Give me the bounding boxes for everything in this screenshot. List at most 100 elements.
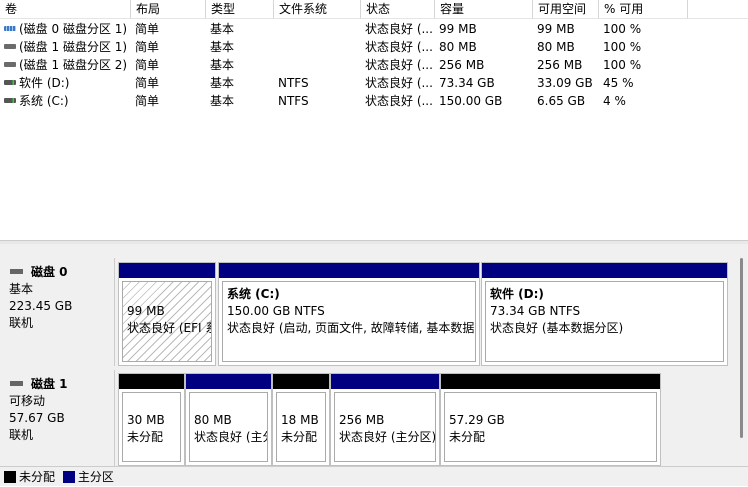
disk-icon <box>10 380 23 386</box>
cell-text: 4 % <box>603 94 626 108</box>
partition-size: 80 MB <box>194 413 232 427</box>
partition-bar <box>119 374 184 389</box>
column-header-percent-free[interactable]: % 可用 <box>599 0 688 19</box>
cell-text: 基本 <box>210 40 235 54</box>
legend: 未分配 主分区 <box>0 466 748 486</box>
partition-status: 未分配 <box>281 430 318 444</box>
partition-unallocated[interactable]: 57.29 GB 未分配 <box>440 373 661 466</box>
disk-map: 磁盘 0 基本 223.45 GB 联机 磁盘 1 可移动 57.67 GB 联… <box>0 244 748 466</box>
cell-text: (磁盘 0 磁盘分区 1) <box>19 22 127 36</box>
cell-free: 33.09 GB <box>537 74 599 92</box>
partition-info: 软件 (D:) 73.34 GB NTFS 状态良好 (基本数据分区) <box>485 281 724 362</box>
partition-status: 状态良好 (启动, 页面文件, 故障转储, 基本数据分区) <box>227 321 476 335</box>
partition-primary[interactable]: 99 MB 状态良好 (EFI 系统分区) <box>118 262 216 366</box>
partition-primary[interactable]: 256 MB 状态良好 (主分区) <box>330 373 440 466</box>
partition-size: 18 MB <box>281 413 319 427</box>
partition-info: 30 MB 未分配 <box>122 392 181 462</box>
legend-swatch-unallocated <box>4 470 16 483</box>
partition-size: 150.00 GB NTFS <box>227 304 325 318</box>
cell-type: 基本 <box>210 38 274 56</box>
volume-row[interactable]: (磁盘 0 磁盘分区 1) 简单 基本 状态良好 (... 99 MB 99 MB 100 … <box>0 20 748 38</box>
cell-text: 基本 <box>210 22 235 36</box>
cell-name: (磁盘 0 磁盘分区 1) <box>0 20 127 38</box>
cell-text: 256 MB <box>439 58 485 72</box>
vertical-scrollbar[interactable] <box>736 244 748 466</box>
column-header-filesystem[interactable]: 文件系统 <box>274 0 361 19</box>
partition-title: 系统 (C:) <box>227 287 280 301</box>
cell-name: 软件 (D:) <box>0 74 127 92</box>
cell-text: 状态良好 (... <box>365 76 433 90</box>
cell-pct: 100 % <box>603 20 688 38</box>
cell-pct: 45 % <box>603 74 688 92</box>
cell-text: 简单 <box>135 22 160 36</box>
partition-status: 状态良好 (基本数据分区) <box>490 321 624 335</box>
cell-fs: NTFS <box>278 74 361 92</box>
partition-status: 未分配 <box>127 430 164 444</box>
partition-unallocated[interactable]: 18 MB 未分配 <box>272 373 330 466</box>
partition-primary[interactable]: 软件 (D:) 73.34 GB NTFS 状态良好 (基本数据分区) <box>481 262 728 366</box>
partition-size: 30 MB <box>127 413 165 427</box>
cell-text: 软件 (D:) <box>19 76 70 90</box>
partition-size: 256 MB <box>339 413 385 427</box>
cell-fs: NTFS <box>278 92 361 110</box>
disk-0-label[interactable]: 磁盘 0 基本 223.45 GB 联机 <box>0 258 115 366</box>
column-header-capacity[interactable]: 容量 <box>435 0 533 19</box>
volume-row[interactable]: (磁盘 1 磁盘分区 2) 简单 基本 状态良好 (... 256 MB 256 MB 10… <box>0 56 748 74</box>
volume-row[interactable]: (磁盘 1 磁盘分区 1) 简单 基本 状态良好 (... 80 MB 80 MB 100 … <box>0 38 748 56</box>
partition-title: 软件 (D:) <box>490 287 544 301</box>
column-header-empty <box>688 0 748 19</box>
cell-text: 状态良好 (... <box>365 58 433 72</box>
column-header-volume[interactable]: 卷 <box>0 0 131 19</box>
disk-1-label[interactable]: 磁盘 1 可移动 57.67 GB 联机 <box>0 370 115 466</box>
cell-text: 基本 <box>210 94 235 108</box>
cell-text: 简单 <box>135 40 160 54</box>
cell-text: 基本 <box>210 58 235 72</box>
cell-layout: 简单 <box>135 74 206 92</box>
cell-capacity: 73.34 GB <box>439 74 533 92</box>
cell-text: 99 MB <box>537 22 575 36</box>
cell-text: 100 % <box>603 40 642 54</box>
partition-primary[interactable]: 80 MB 状态良好 (主分区) <box>185 373 272 466</box>
partition-bar <box>186 374 271 389</box>
column-header-layout[interactable]: 布局 <box>131 0 206 19</box>
partition-info: 18 MB 未分配 <box>276 392 326 462</box>
cell-text: 45 % <box>603 76 634 90</box>
cell-status: 状态良好 (... <box>365 20 435 38</box>
cell-text: 状态良好 (... <box>365 22 433 36</box>
volume-row[interactable]: 系统 (C:) 简单 基本 NTFS 状态良好 (... 150.00 GB 6.65 GB… <box>0 92 748 110</box>
cell-status: 状态良好 (... <box>365 56 435 74</box>
cell-text: 100 % <box>603 58 642 72</box>
partition-bar <box>119 263 215 278</box>
partition-bar <box>331 374 439 389</box>
partition-status: 状态良好 (主分区) <box>339 430 436 444</box>
partition-primary[interactable]: 系统 (C:) 150.00 GB NTFS 状态良好 (启动, 页面文件, 故障转… <box>218 262 480 366</box>
cell-capacity: 99 MB <box>439 20 533 38</box>
cell-capacity: 256 MB <box>439 56 533 74</box>
partition-bar <box>441 374 660 389</box>
cell-text: 基本 <box>210 76 235 90</box>
partition-unallocated[interactable]: 30 MB 未分配 <box>118 373 185 466</box>
partition-status: 状态良好 (主分区) <box>194 430 267 444</box>
cell-layout: 简单 <box>135 92 206 110</box>
cell-pct: 100 % <box>603 56 688 74</box>
cell-status: 状态良好 (... <box>365 92 435 110</box>
column-header-status[interactable]: 状态 <box>361 0 435 19</box>
cell-text: 100 % <box>603 22 642 36</box>
partition-gray-icon <box>4 44 16 49</box>
cell-status: 状态良好 (... <box>365 74 435 92</box>
volume-row[interactable]: 软件 (D:) 简单 基本 NTFS 状态良好 (... 73.34 GB 33.09 GB… <box>0 74 748 92</box>
scrollbar-thumb[interactable] <box>740 258 743 438</box>
column-header-free-space[interactable]: 可用空间 <box>533 0 599 19</box>
partition-size: 73.34 GB NTFS <box>490 304 581 318</box>
cell-text: (磁盘 1 磁盘分区 1) <box>19 40 127 54</box>
cell-capacity: 80 MB <box>439 38 533 56</box>
column-header-type[interactable]: 类型 <box>206 0 274 19</box>
cell-type: 基本 <box>210 92 274 110</box>
cell-text: 80 MB <box>439 40 477 54</box>
partition-info: 系统 (C:) 150.00 GB NTFS 状态良好 (启动, 页面文件, 故障转… <box>222 281 476 362</box>
partition-info: 57.29 GB 未分配 <box>444 392 657 462</box>
cell-text: 99 MB <box>439 22 477 36</box>
cell-name: (磁盘 1 磁盘分区 2) <box>0 56 127 74</box>
partition-size: 99 MB <box>127 304 165 318</box>
partition-bar <box>482 263 727 278</box>
